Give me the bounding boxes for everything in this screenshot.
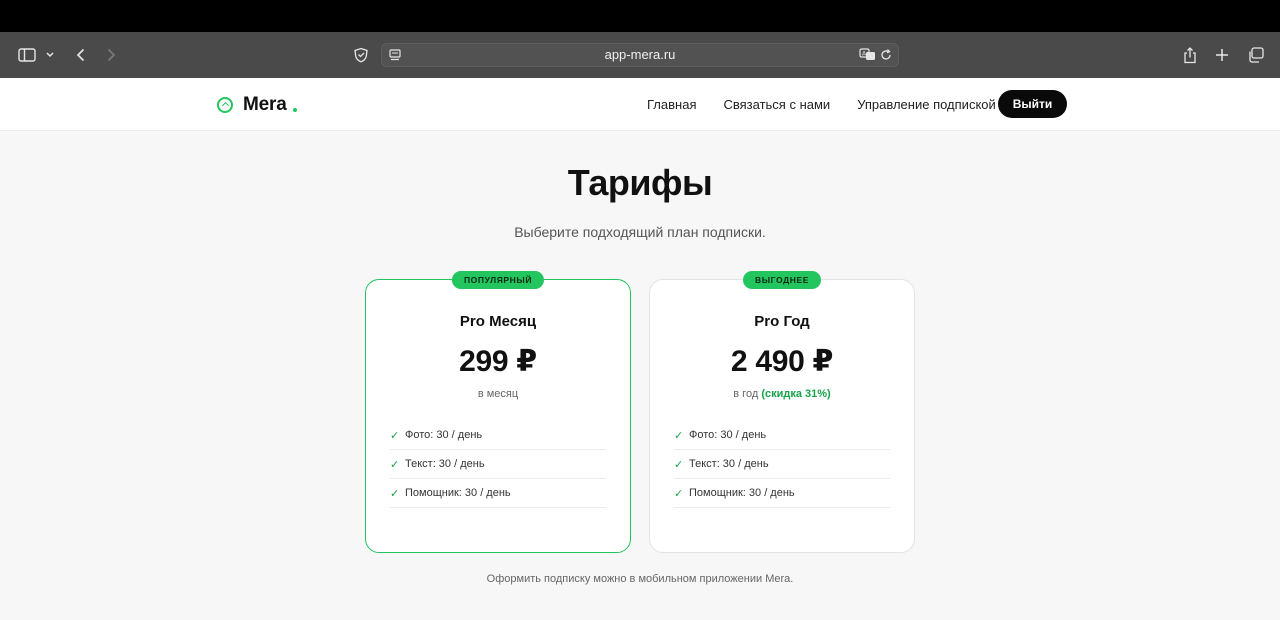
plan-card-yearly[interactable]: ВЫГОДНЕЕ Pro Год 2 490 ₽ в год (скидка 3… [649,271,915,553]
feature-item: ✓ Фото: 30 / день [390,421,606,450]
plan-price: 299 ₽ [459,345,537,378]
feature-list: ✓ Фото: 30 / день ✓ Текст: 30 / день ✓ Помо… [390,421,606,508]
window-top-bar [0,0,1280,32]
logo-text: Mera [243,93,287,115]
shield-icon[interactable] [351,32,371,78]
chevron-down-icon[interactable] [44,32,56,78]
plan-badge: ВЫГОДНЕЕ [743,271,821,289]
feature-item: ✓ Текст: 30 / день [390,450,606,479]
footnote: Оформить подписку можно в мобильном прил… [486,573,794,585]
feature-item: ✓ Помощник: 30 / день [674,479,890,508]
back-arrow-icon[interactable] [72,32,88,78]
check-icon: ✓ [390,458,400,471]
logo-icon [217,96,233,113]
reload-icon[interactable] [880,48,892,66]
plan-period: в год (скидка 31%) [650,388,914,400]
plan-period-text: в месяц [477,388,519,400]
page-subtitle: Выберите подходящий план подписки. [514,224,766,240]
address-bar[interactable]: app-mera.ru A [381,43,899,67]
plan-price: 2 490 ₽ [730,345,834,378]
plan-discount: (скидка 31%) [761,388,831,400]
feature-text: Помощник: 30 / день [405,487,511,499]
logo[interactable]: Mera [217,78,297,131]
plan-period-text: в год [733,388,759,400]
share-icon[interactable] [1182,32,1198,78]
logo-dot [292,107,297,112]
plus-icon[interactable] [1214,32,1230,78]
translate-icon[interactable]: A [859,47,876,66]
plan-name: Pro Месяц [459,313,537,330]
main-nav: Главная Связаться с нами Управление подп… [647,78,1023,131]
sidebar-icon[interactable] [17,32,37,78]
plan-card-monthly[interactable]: ПОПУЛЯРНЫЙ Pro Месяц 299 ₽ в месяц ✓ Фото… [365,271,631,553]
feature-text: Помощник: 30 / день [689,487,795,499]
plan-name: Pro Год [754,313,810,330]
feature-item: ✓ Текст: 30 / день [674,450,890,479]
forward-arrow-icon[interactable] [103,32,119,78]
check-icon: ✓ [390,429,400,442]
browser-toolbar: app-mera.ru A [0,32,1280,78]
page-title: Тарифы [567,162,713,203]
check-icon: ✓ [674,429,684,442]
check-icon: ✓ [674,458,684,471]
feature-text: Фото: 30 / день [689,429,767,441]
plan-period: в месяц [366,388,630,400]
feature-item: ✓ Фото: 30 / день [674,421,890,450]
feature-text: Фото: 30 / день [405,429,483,441]
check-icon: ✓ [674,487,684,500]
site-header: Mera Главная Связаться с нами Управление… [0,78,1280,131]
url-text[interactable]: app-mera.ru [382,44,898,66]
logout-button[interactable]: Выйти [998,90,1067,118]
nav-contact-link[interactable]: Связаться с нами [723,97,830,112]
tabs-icon[interactable] [1246,32,1264,78]
nav-home-link[interactable]: Главная [647,97,696,112]
plan-badge: ПОПУЛЯРНЫЙ [451,271,545,289]
nav-subscription-link[interactable]: Управление подпиской [857,97,996,112]
feature-item: ✓ Помощник: 30 / день [390,479,606,508]
feature-text: Текст: 30 / день [689,458,769,470]
feature-list: ✓ Фото: 30 / день ✓ Текст: 30 / день ✓ Помо… [674,421,890,508]
check-icon: ✓ [390,487,400,500]
feature-text: Текст: 30 / день [405,458,485,470]
